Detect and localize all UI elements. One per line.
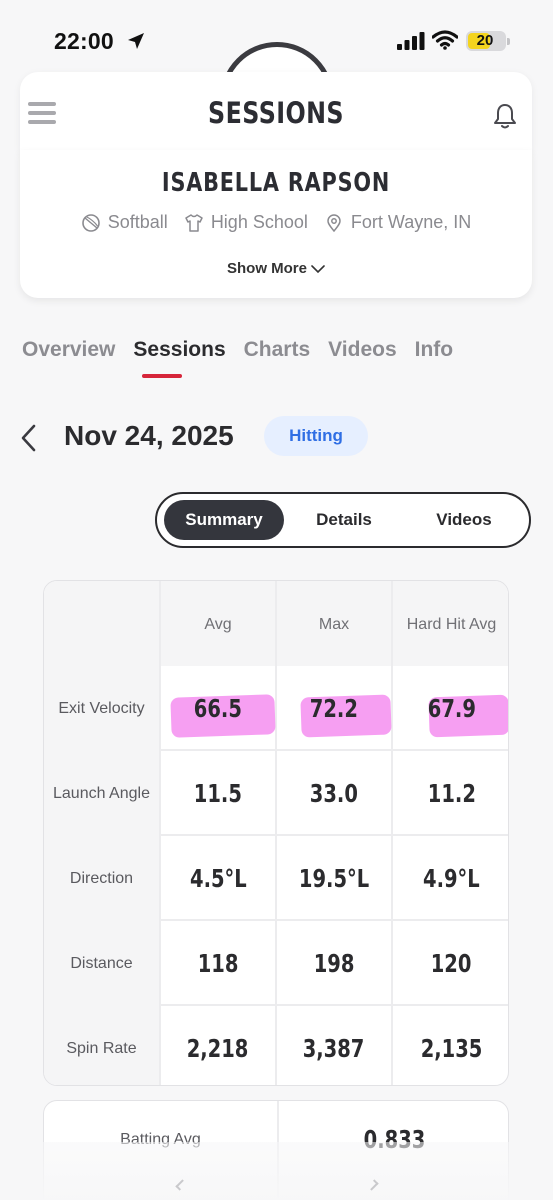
- videos-tab-button[interactable]: Videos: [404, 500, 524, 540]
- row-label: Distance: [70, 954, 133, 972]
- view-segmented-control: Summary Details Videos: [155, 492, 531, 548]
- sport-info: Softball: [81, 212, 168, 233]
- location-label: Fort Wayne, IN: [350, 212, 472, 232]
- table-cell: 3,387: [277, 1006, 393, 1085]
- summary-tab-button[interactable]: Summary: [164, 500, 284, 540]
- app-header: SESSIONS: [20, 72, 532, 152]
- row-label-cell: Direction: [44, 836, 161, 921]
- row-label-cell: Spin Rate: [44, 1006, 161, 1085]
- map-pin-icon: [327, 213, 341, 232]
- level-info: High School: [184, 212, 308, 233]
- profile-tabs: Overview Sessions Charts Videos Info: [22, 338, 453, 362]
- table-cell: 4.5°L: [161, 836, 277, 921]
- session-date: Nov 24, 2025: [64, 420, 234, 451]
- table-cell: 72.2: [277, 666, 393, 751]
- cell-value: 66.5: [193, 694, 243, 723]
- cell-value: 72.2: [309, 694, 359, 723]
- table-cell: 118: [161, 921, 277, 1006]
- tab-sessions[interactable]: Sessions: [133, 338, 225, 362]
- cell-value: 11.2: [427, 779, 476, 808]
- cell-value: 3,387: [303, 1034, 365, 1063]
- column-header-max: Max: [277, 581, 393, 666]
- battery-tip: [507, 38, 510, 45]
- cell-value: 198: [313, 949, 355, 978]
- cell-value: 19.5°L: [298, 864, 370, 893]
- cellular-signal-icon: [397, 32, 425, 50]
- tab-info[interactable]: Info: [415, 338, 453, 362]
- table-cell: 11.2: [393, 751, 508, 836]
- bell-icon[interactable]: [492, 102, 518, 130]
- chevron-down-icon: [311, 264, 325, 273]
- cell-value: 2,218: [187, 1034, 249, 1063]
- table-cell: 19.5°L: [277, 836, 393, 921]
- battery-icon: 20: [466, 31, 506, 51]
- table-row-exit-velocity: Exit Velocity 66.5 72.2 67.9: [44, 666, 508, 751]
- row-label-cell: Distance: [44, 921, 161, 1006]
- tab-charts[interactable]: Charts: [244, 338, 311, 362]
- profile-card: ISABELLA RAPSON Softball High School For…: [20, 150, 532, 298]
- session-type-badge: Hitting: [264, 416, 368, 456]
- table-cell: 2,218: [161, 1006, 277, 1085]
- column-header-hard-hit-avg: Hard Hit Avg: [393, 581, 508, 666]
- table-cell: 198: [277, 921, 393, 1006]
- profile-meta: Softball High School Fort Wayne, IN: [20, 212, 532, 233]
- row-label: Direction: [69, 869, 134, 887]
- athlete-name: ISABELLA RAPSON: [161, 168, 391, 198]
- active-tab-indicator: [142, 374, 182, 378]
- cell-value: 67.9: [427, 694, 476, 723]
- table-row-launch-angle: Launch Angle 11.5 33.0 11.2: [44, 751, 508, 836]
- row-label: Exit Velocity: [58, 699, 145, 717]
- table-cell: 66.5: [161, 666, 277, 751]
- table-cell: 33.0: [277, 751, 393, 836]
- details-tab-button[interactable]: Details: [284, 500, 404, 540]
- jersey-icon: [185, 213, 203, 232]
- row-label-cell: Launch Angle: [44, 751, 161, 836]
- cell-value: 2,135: [420, 1034, 483, 1063]
- tab-videos[interactable]: Videos: [328, 338, 396, 362]
- table-header-row: Avg Max Hard Hit Avg: [44, 581, 508, 666]
- cell-value: 33.0: [309, 779, 359, 808]
- stats-table: Avg Max Hard Hit Avg Exit Velocity 66.5 …: [43, 580, 509, 1086]
- table-row-direction: Direction 4.5°L 19.5°L 4.9°L: [44, 836, 508, 921]
- cell-value: 118: [197, 949, 239, 978]
- cell-value: 4.9°L: [423, 864, 480, 893]
- table-cell: 2,135: [393, 1006, 508, 1085]
- level-label: High School: [210, 212, 308, 232]
- row-label: Spin Rate: [66, 1039, 137, 1057]
- row-label-cell: Exit Velocity: [44, 666, 161, 751]
- show-more-button[interactable]: Show More: [20, 260, 532, 277]
- show-more-label: Show More: [226, 260, 307, 277]
- bottom-safari-bar: [0, 1142, 553, 1200]
- cell-value: 11.5: [193, 779, 243, 808]
- battery-level: 20: [476, 32, 494, 49]
- table-cell: 4.9°L: [393, 836, 508, 921]
- hamburger-icon[interactable]: [28, 102, 56, 126]
- cell-value: 120: [431, 949, 472, 978]
- tab-overview[interactable]: Overview: [22, 338, 115, 362]
- page-title: SESSIONS: [208, 96, 344, 130]
- table-cell: 67.9: [393, 666, 508, 751]
- location-arrow-icon: [128, 33, 144, 49]
- location-info: Fort Wayne, IN: [324, 212, 471, 233]
- wifi-icon: [432, 30, 458, 50]
- table-cell: 120: [393, 921, 508, 1006]
- table-header-empty: [44, 581, 161, 666]
- cell-value: 4.5°L: [189, 864, 247, 893]
- softball-icon: [81, 213, 100, 232]
- table-row-distance: Distance 118 198 120: [44, 921, 508, 1006]
- sport-label: Softball: [107, 212, 168, 232]
- table-cell: 11.5: [161, 751, 277, 836]
- row-label: Launch Angle: [53, 784, 150, 802]
- table-row-spin-rate: Spin Rate 2,218 3,387 2,135: [44, 1006, 508, 1085]
- status-time: 22:00: [54, 28, 114, 54]
- column-header-avg: Avg: [161, 581, 277, 666]
- back-chevron-icon[interactable]: [18, 423, 38, 453]
